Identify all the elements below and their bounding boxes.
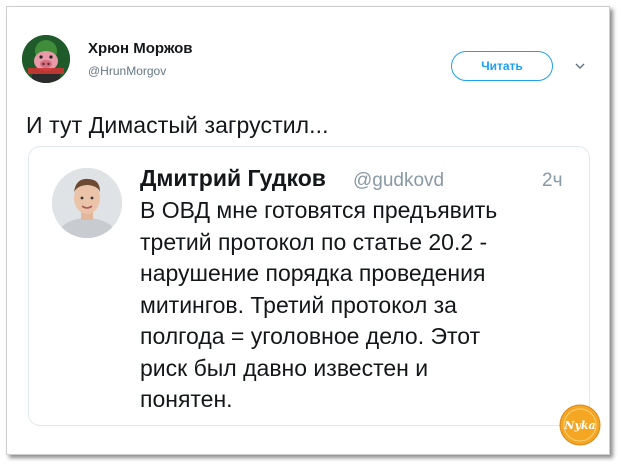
quoted-text-line: риск был давно известен и	[140, 354, 429, 381]
quoted-text-line: полгода = уголовное дело. Этот	[140, 323, 481, 349]
quoted-author-avatar[interactable]	[52, 168, 122, 238]
pig-avatar-icon	[22, 35, 70, 83]
author-avatar[interactable]	[22, 35, 70, 83]
author-handle[interactable]: @HrunMorgov	[88, 64, 166, 78]
quoted-timestamp[interactable]: 2ч	[542, 170, 562, 192]
quoted-tweet-text: В ОВД мне готовятся предъявить третий пр…	[140, 195, 560, 416]
follow-button[interactable]: Читать	[451, 51, 553, 81]
tweet-text: И тут Димастый загрустил...	[26, 112, 329, 138]
quoted-text-line: третий протокол по статье 20.2 -	[140, 228, 488, 255]
quoted-text-line: нарушение порядка проведения	[140, 260, 486, 286]
svg-text:Nyka: Nyka	[563, 419, 595, 432]
chevron-down-icon[interactable]	[574, 60, 586, 72]
author-name[interactable]: Хрюн Моржов	[88, 40, 192, 57]
quoted-author-handle[interactable]: @gudkovd	[353, 170, 444, 192]
watermark-logo: Nyka	[559, 404, 601, 446]
portrait-avatar-icon	[52, 168, 122, 238]
quoted-text-line: В ОВД мне готовятся предъявить	[140, 197, 498, 223]
quoted-text-line: понятен.	[140, 386, 233, 412]
quoted-text-line: митингов. Третий протокол за	[140, 291, 457, 318]
quoted-author-name[interactable]: Дмитрий Гудков	[140, 165, 326, 192]
